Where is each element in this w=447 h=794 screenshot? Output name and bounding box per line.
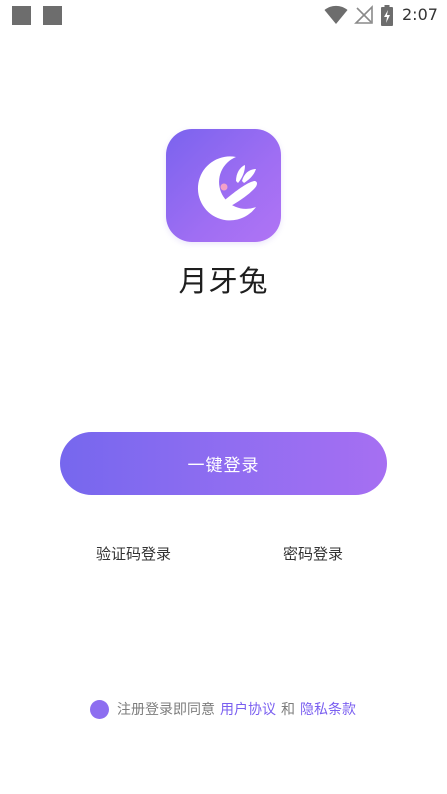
status-bar: 2:07 — [0, 0, 447, 32]
agreement-conjunction: 和 — [281, 702, 295, 718]
agreement-prefix: 注册登录即同意 — [117, 702, 215, 718]
notification-square-icon — [43, 6, 62, 25]
user-agreement-link[interactable]: 用户协议 — [220, 699, 276, 719]
app-name: 月牙兔 — [178, 264, 269, 298]
agreement-row: 注册登录即同意 用户协议 和 隐私条款 — [90, 698, 356, 720]
battery-charging-icon — [381, 5, 393, 26]
moon-rabbit-logo-icon — [166, 129, 281, 242]
no-signal-icon — [354, 5, 373, 24]
sms-code-login-link[interactable]: 验证码登录 — [96, 543, 171, 564]
notification-square-icon — [12, 6, 31, 25]
agree-checkbox[interactable] — [90, 699, 109, 719]
one-click-login-button[interactable]: 一键登录 — [60, 432, 387, 495]
privacy-policy-link[interactable]: 隐私条款 — [300, 699, 356, 719]
wifi-icon — [324, 5, 348, 24]
status-time: 2:07 — [402, 5, 438, 24]
password-login-link[interactable]: 密码登录 — [283, 543, 343, 564]
